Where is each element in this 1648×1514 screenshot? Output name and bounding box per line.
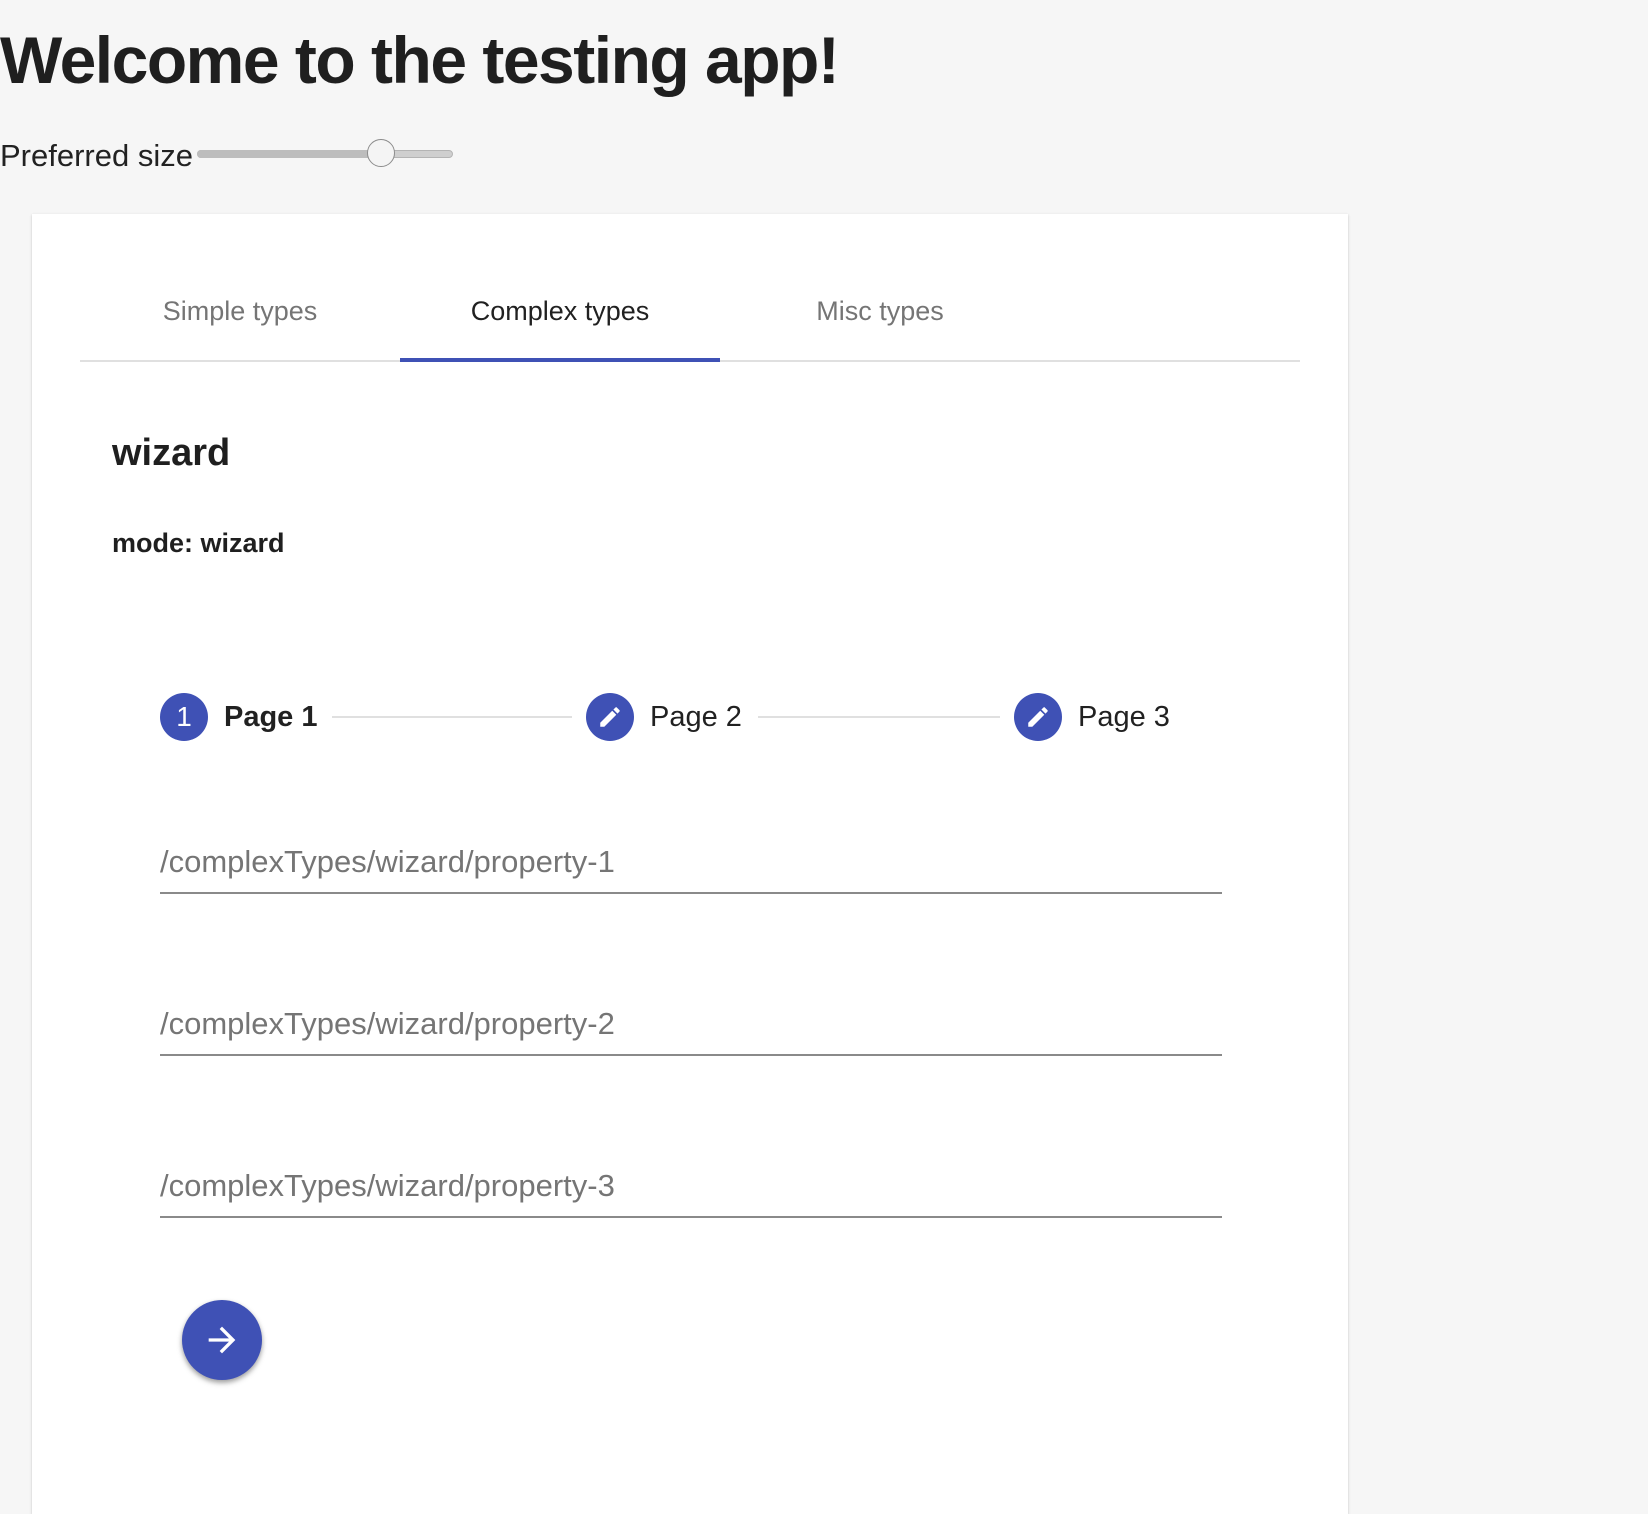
property-2-field[interactable]: /complexTypes/wizard/property-2 <box>160 996 1222 1056</box>
preferred-size-slider[interactable] <box>196 136 453 176</box>
step-connector <box>332 716 572 718</box>
arrow-right-icon <box>208 1326 236 1354</box>
tab-simple-types[interactable]: Simple types <box>80 266 400 360</box>
property-1-field[interactable]: /complexTypes/wizard/property-1 <box>160 834 1222 894</box>
preferred-size-row: Preferred size <box>0 136 453 176</box>
tab-bar: Simple types Complex types Misc types <box>80 266 1300 362</box>
step-number: 1 <box>176 701 192 732</box>
tab-complex-types[interactable]: Complex types <box>400 266 720 362</box>
field-label: /complexTypes/wizard/property-1 <box>160 844 615 879</box>
main-card: Simple types Complex types Misc types wi… <box>32 214 1348 1514</box>
section-title: wizard <box>112 432 231 474</box>
step-page-3[interactable]: Page 3 <box>1014 692 1170 742</box>
tab-misc-types[interactable]: Misc types <box>720 266 1040 360</box>
field-label: /complexTypes/wizard/property-3 <box>160 1168 615 1203</box>
slider-thumb[interactable] <box>367 139 396 167</box>
tab-label: Misc types <box>816 295 944 326</box>
next-button[interactable] <box>182 1300 262 1380</box>
step-number-1: 1 <box>160 693 208 741</box>
step-label: Page 2 <box>650 700 742 733</box>
preferred-size-label: Preferred size <box>0 138 193 173</box>
mode-label: mode: wizard <box>112 528 285 558</box>
slider-fill <box>196 150 382 158</box>
property-3-field[interactable]: /complexTypes/wizard/property-3 <box>160 1158 1222 1218</box>
step-label: Page 3 <box>1078 700 1170 733</box>
step-page-2[interactable]: Page 2 <box>586 692 742 742</box>
pencil-icon <box>586 693 634 741</box>
step-page-1[interactable]: 1 Page 1 <box>160 692 318 742</box>
step-connector <box>758 716 1000 718</box>
tab-label: Complex types <box>470 295 650 326</box>
pencil-icon <box>1014 693 1062 741</box>
tab-label: Simple types <box>162 295 318 326</box>
wizard-stepper: 1 Page 1 Page 2 Page 3 <box>160 692 1250 742</box>
field-label: /complexTypes/wizard/property-2 <box>160 1006 615 1041</box>
step-label: Page 1 <box>224 700 318 733</box>
page-title: Welcome to the testing app! <box>0 23 840 97</box>
